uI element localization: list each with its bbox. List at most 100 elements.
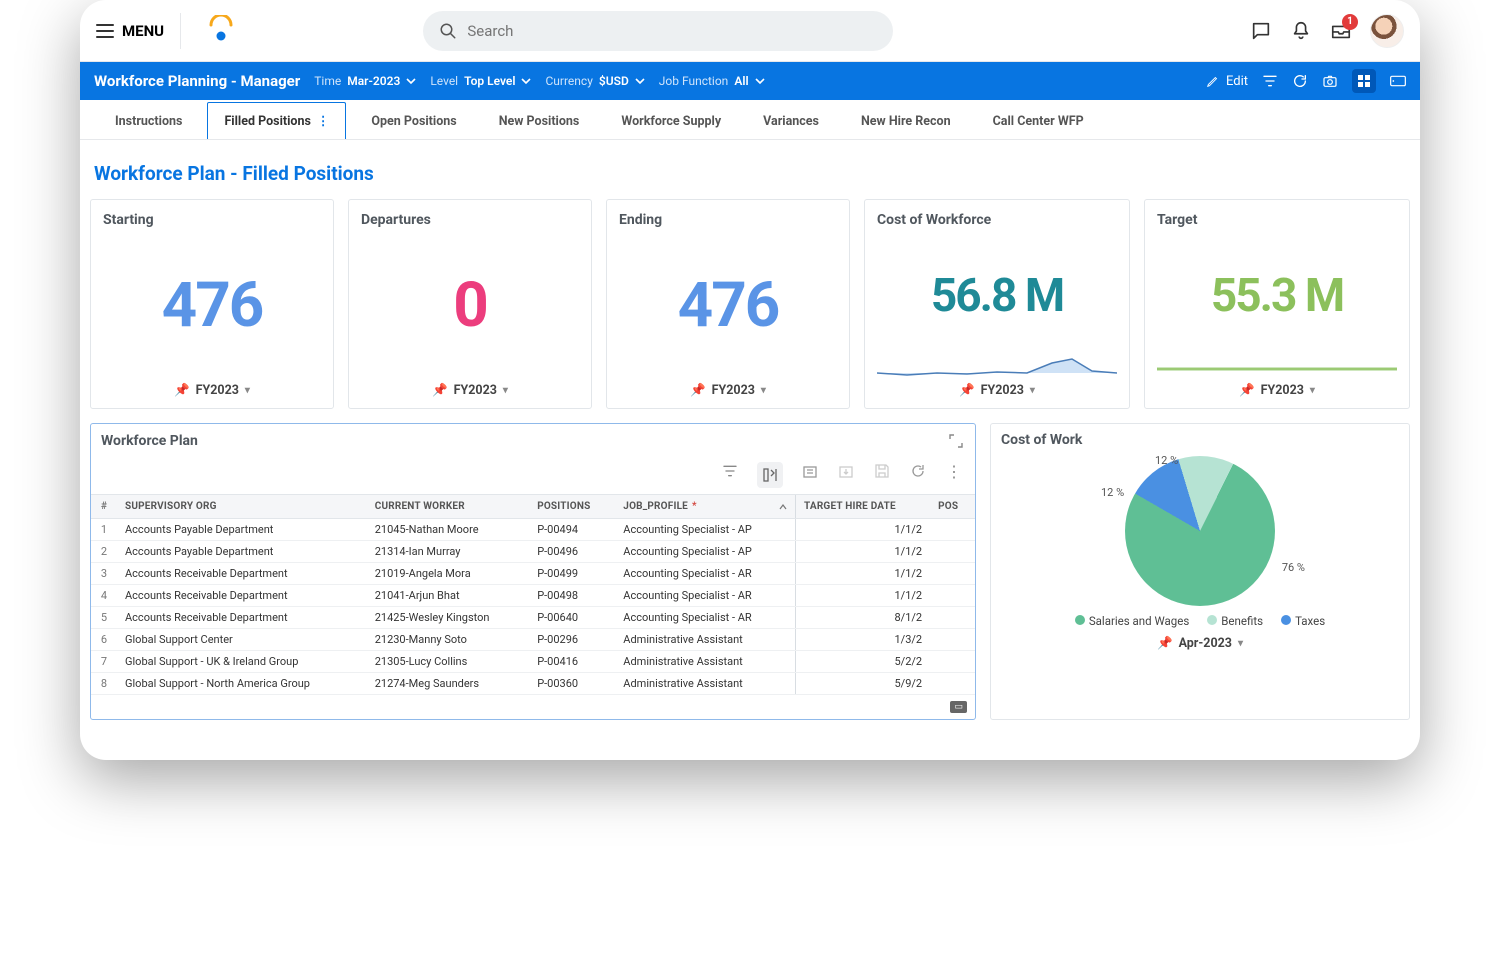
reload-icon[interactable]	[909, 462, 927, 480]
pie-slice-label: 12 %	[1101, 486, 1124, 499]
workforce-table[interactable]: # SUPERVISORY ORG CURRENT WORKER POSITIO…	[91, 494, 975, 695]
card-starting: Starting 476 📌FY2023▾	[90, 199, 334, 409]
present-icon[interactable]	[1390, 73, 1406, 89]
chat-icon[interactable]	[1250, 20, 1272, 42]
card-period[interactable]: 📌FY2023▾	[619, 383, 837, 398]
card-target: Target 55.3 M 📌FY2023▾	[1144, 199, 1410, 409]
chevron-down-icon: ▾	[1030, 385, 1035, 396]
kpi-value: 476	[103, 228, 321, 383]
card-cost-of-workforce: Cost of Workforce 56.8 M 📌FY2023▾	[864, 199, 1130, 409]
tabs: Instructions Filled Positions⋮ Open Posi…	[80, 100, 1420, 140]
card-period[interactable]: 📌FY2023▾	[361, 383, 579, 398]
hamburger-icon	[96, 24, 114, 38]
edit-button[interactable]: Edit	[1206, 74, 1248, 89]
kpi-cards: Starting 476 📌FY2023▾ Departures 0 📌FY20…	[90, 199, 1410, 409]
sparkline	[1157, 353, 1397, 383]
table-footer-tag: ▭	[950, 701, 967, 713]
grid-view-icon[interactable]	[1352, 69, 1376, 93]
top-icons: 1	[1250, 14, 1404, 48]
tab-workforce-supply[interactable]: Workforce Supply	[604, 103, 738, 139]
bell-icon[interactable]	[1290, 20, 1312, 42]
more-icon[interactable]: ⋮	[945, 462, 963, 480]
filter-icon[interactable]	[1262, 73, 1278, 89]
tab-variances[interactable]: Variances	[746, 103, 836, 139]
panel-title: Workforce Plan	[101, 433, 198, 449]
pin-icon: 📌	[959, 383, 975, 398]
menu-label: MENU	[122, 22, 164, 40]
inbox-icon[interactable]: 1	[1330, 20, 1352, 42]
pie-slice-label: 76 %	[1282, 561, 1305, 574]
kpi-value: 476	[619, 228, 837, 383]
refresh-icon[interactable]	[1292, 73, 1308, 89]
tab-new-hire-recon[interactable]: New Hire Recon	[844, 103, 968, 139]
save-icon[interactable]	[873, 462, 891, 480]
kpi-value: 55.3 M	[1157, 228, 1397, 363]
table-row[interactable]: 7Global Support - UK & Ireland Group2130…	[91, 651, 975, 673]
divider	[180, 13, 181, 49]
workday-logo[interactable]	[205, 15, 237, 47]
column-select-icon[interactable]	[757, 462, 783, 488]
chevron-down-icon: ▾	[1238, 638, 1243, 649]
pin-icon: 📌	[1239, 383, 1255, 398]
table-row[interactable]: 4Accounts Receivable Department21041-Arj…	[91, 585, 975, 607]
chevron-down-icon	[406, 76, 416, 86]
cost-of-work-panel: Cost of Work 12 % 12 % 76 % Salaries and…	[990, 423, 1410, 720]
pin-icon: 📌	[690, 383, 706, 398]
topbar: MENU 1	[80, 0, 1420, 62]
legend-item: Taxes	[1281, 614, 1325, 628]
table-row[interactable]: 5Accounts Receivable Department21425-Wes…	[91, 607, 975, 629]
chevron-down-icon	[635, 76, 645, 86]
panel-title: Cost of Work	[1001, 432, 1082, 448]
filter-bar: Workforce Planning - Manager Time Mar-20…	[80, 62, 1420, 100]
expand-icon[interactable]	[947, 432, 965, 450]
pin-icon: 📌	[432, 383, 448, 398]
tab-new-positions[interactable]: New Positions	[482, 103, 597, 139]
chevron-down-icon: ▾	[1310, 385, 1315, 396]
pin-icon: 📌	[1157, 636, 1173, 651]
kpi-value: 56.8 M	[877, 228, 1117, 363]
filter-level[interactable]: Level Top Level	[430, 74, 531, 88]
tab-open-positions[interactable]: Open Positions	[354, 103, 473, 139]
table-row[interactable]: 6Global Support Center21230-Manny SotoP-…	[91, 629, 975, 651]
panel-toolbar: ⋮	[91, 458, 975, 494]
chevron-down-icon	[521, 76, 531, 86]
table-row[interactable]: 3Accounts Receivable Department21019-Ang…	[91, 563, 975, 585]
card-ending: Ending 476 📌FY2023▾	[606, 199, 850, 409]
chevron-down-icon: ▾	[245, 385, 250, 396]
card-period[interactable]: 📌FY2023▾	[103, 383, 321, 398]
download-icon[interactable]	[837, 462, 855, 480]
search-input[interactable]	[467, 22, 877, 40]
inbox-badge: 1	[1342, 14, 1358, 30]
section-title: Workforce Plan - Filled Positions	[90, 156, 1410, 199]
camera-icon[interactable]	[1322, 73, 1338, 89]
global-search[interactable]	[423, 11, 893, 51]
card-departures: Departures 0 📌FY2023▾	[348, 199, 592, 409]
avatar[interactable]	[1370, 14, 1404, 48]
legend-item: Salaries and Wages	[1075, 614, 1189, 628]
pie-legend: Salaries and Wages Benefits Taxes	[1075, 614, 1325, 628]
search-icon	[439, 22, 457, 40]
filter-job-function[interactable]: Job Function All	[659, 74, 765, 88]
legend-item: Benefits	[1207, 614, 1263, 628]
pie-chart	[1125, 456, 1275, 606]
tab-more-icon[interactable]: ⋮	[317, 114, 330, 129]
filter-rows-icon[interactable]	[721, 462, 739, 480]
card-period[interactable]: 📌FY2023▾	[1157, 383, 1397, 398]
chevron-down-icon: ▾	[503, 385, 508, 396]
tab-instructions[interactable]: Instructions	[98, 103, 199, 139]
table-row[interactable]: 2Accounts Payable Department21314-Ian Mu…	[91, 541, 975, 563]
table-row[interactable]: 8Global Support - North America Group212…	[91, 673, 975, 695]
filter-time[interactable]: Time Mar-2023	[314, 74, 416, 88]
menu-button[interactable]: MENU	[96, 22, 164, 40]
pin-icon: 📌	[174, 383, 190, 398]
pie-period[interactable]: 📌Apr-2023▾	[1157, 636, 1243, 651]
pencil-icon	[1206, 74, 1220, 88]
tab-call-center-wfp[interactable]: Call Center WFP	[976, 103, 1101, 139]
filter-currency[interactable]: Currency $USD	[545, 74, 644, 88]
tab-filled-positions[interactable]: Filled Positions⋮	[207, 102, 346, 139]
table-header: # SUPERVISORY ORG CURRENT WORKER POSITIO…	[91, 495, 975, 519]
table-row[interactable]: 1Accounts Payable Department21045-Nathan…	[91, 519, 975, 541]
card-period[interactable]: 📌FY2023▾	[877, 383, 1117, 398]
export-icon[interactable]	[801, 462, 819, 480]
workforce-plan-panel: Workforce Plan ⋮ # SUPERVISORY	[90, 423, 976, 720]
